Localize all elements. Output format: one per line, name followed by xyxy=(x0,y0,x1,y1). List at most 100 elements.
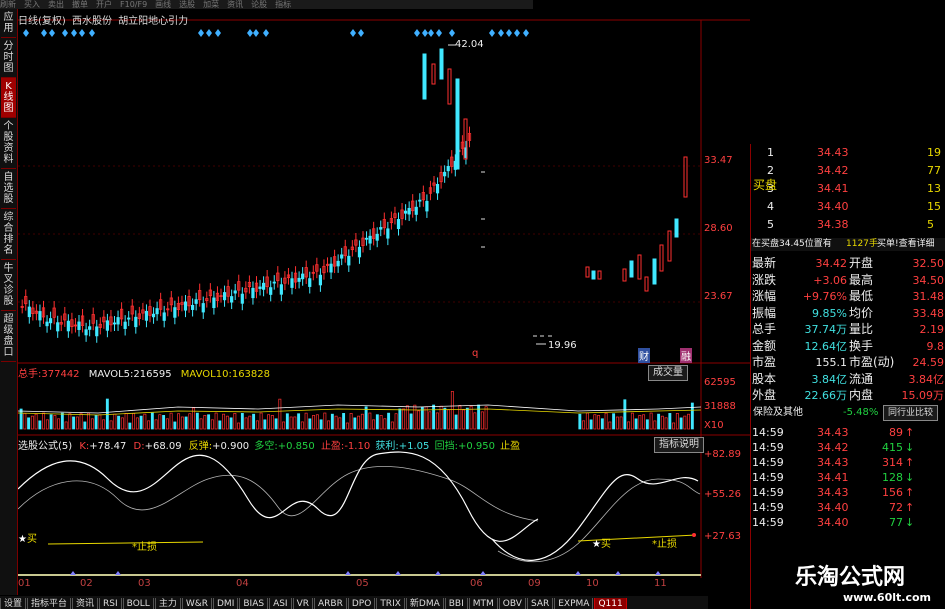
quote-label: 涨幅 xyxy=(752,289,777,303)
nav-tab[interactable]: 牛叉诊股 xyxy=(1,260,16,311)
candle-body xyxy=(194,299,198,304)
indicator-tab[interactable]: DPO xyxy=(347,598,376,609)
quote-value: 34.42 xyxy=(815,257,848,270)
volume-bar xyxy=(323,412,327,430)
kline-chart[interactable] xyxy=(17,9,750,578)
ind-zhuli-value: +1.05 xyxy=(398,441,430,452)
indicator-tab[interactable]: OBV xyxy=(498,598,526,609)
peer-compare-button[interactable]: 同行业比较 xyxy=(883,405,939,421)
indicator-tab[interactable]: DMI xyxy=(213,598,239,609)
candle-body xyxy=(622,268,627,282)
trade-volume: 314 xyxy=(882,456,903,469)
volume-bar xyxy=(173,421,177,430)
nav-tab[interactable]: 应用 xyxy=(1,9,16,38)
signal-diamond xyxy=(247,29,253,37)
menu-item[interactable]: F10/F9 xyxy=(120,0,147,9)
order-row[interactable]: 1 34.43 19 xyxy=(751,146,945,159)
volume-bar xyxy=(402,408,406,430)
sector-name[interactable]: 保险及其他 xyxy=(753,406,803,419)
volume-bar xyxy=(327,420,331,430)
menu-item[interactable]: 买入 xyxy=(24,0,40,9)
signal-diamond xyxy=(449,29,455,37)
volume-bar xyxy=(383,418,387,430)
order-volume: 15 xyxy=(927,200,941,213)
stop-label: 止损 xyxy=(137,542,157,553)
menu-item[interactable]: 卖出 xyxy=(48,0,64,9)
nav-tab[interactable]: 个股资料 xyxy=(1,118,16,169)
indicator-tab[interactable]: SAR xyxy=(526,598,554,609)
indicator-tab[interactable]: W&R xyxy=(181,598,212,609)
nav-tab[interactable]: K线图 xyxy=(1,78,16,118)
main-indicator-name[interactable]: 胡立阳地心引力 xyxy=(118,16,188,27)
candle-body xyxy=(272,281,276,284)
marker-triangle xyxy=(435,571,441,575)
signal-diamond xyxy=(422,29,428,37)
volume-bar xyxy=(222,413,226,430)
price-tick: 23.67 xyxy=(704,291,733,302)
nav-tab[interactable]: 综合排名 xyxy=(1,209,16,260)
volume-button[interactable]: 成交量 xyxy=(648,365,688,381)
menu-item[interactable]: 选股 xyxy=(179,0,195,9)
marker-triangle xyxy=(345,571,351,575)
menu-item[interactable]: 开户 xyxy=(96,0,112,9)
indicator-tab[interactable]: RSI xyxy=(99,598,122,609)
volume-bar xyxy=(390,421,394,430)
indicator-tab[interactable]: EXPMA xyxy=(554,598,594,609)
indicator-tab[interactable]: 资讯 xyxy=(72,598,99,609)
quote-panel: 1 34.43 19 2 34.42 77 3 34.41 13 4 34.40 15 5 34.38 5 … xyxy=(750,144,945,609)
indicator-tab[interactable]: BIAS xyxy=(239,598,269,609)
volume-bar xyxy=(270,415,274,430)
volume-bar xyxy=(454,414,458,430)
volume-bar xyxy=(87,412,91,430)
order-info: 在买盘34.45位置有 1127手 买单!查看详细 xyxy=(751,238,945,251)
order-row[interactable]: 5 34.38 5 xyxy=(751,218,945,231)
menu-item[interactable]: 指标 xyxy=(275,0,291,9)
ind-name[interactable]: 选股公式(5) xyxy=(18,441,72,452)
trade-row: 14:59 34.43 156 ↑ xyxy=(751,486,945,499)
order-detail-button[interactable]: 买单!查看详细 xyxy=(877,238,935,251)
indicator-tab[interactable]: 设置 xyxy=(0,598,27,609)
volume-bar xyxy=(653,420,657,430)
menu-item[interactable]: 资讯 xyxy=(227,0,243,9)
nav-tab[interactable]: 分时图 xyxy=(1,38,16,78)
indicator-tab[interactable]: ARBR xyxy=(314,598,347,609)
nav-tab[interactable]: 超级盘口 xyxy=(1,311,16,362)
menu-item[interactable]: 刷新 xyxy=(0,0,16,9)
date-tick: 03 xyxy=(138,578,151,589)
period-label[interactable]: 日线(复权) xyxy=(18,16,66,27)
badge-cai[interactable]: 财 xyxy=(638,348,650,363)
order-row[interactable]: 3 34.41 13 xyxy=(751,182,945,195)
indicator-tab[interactable]: BOLL xyxy=(122,598,154,609)
candle-body xyxy=(190,304,195,310)
indicator-tab[interactable]: ASI xyxy=(269,598,292,609)
badge-rong[interactable]: 融 xyxy=(680,348,692,363)
indicator-tab[interactable]: Q111 xyxy=(594,598,627,609)
volume-bar xyxy=(675,413,679,430)
signal-diamond xyxy=(253,29,259,37)
indicator-tab[interactable]: VR xyxy=(292,598,314,609)
menu-item[interactable]: 画线 xyxy=(155,0,171,9)
candle-body xyxy=(230,296,234,303)
trade-volume: 415 xyxy=(882,441,903,454)
trade-row: 14:59 34.42 415 ↓ xyxy=(751,441,945,454)
indicator-tab[interactable]: 主力 xyxy=(154,598,181,609)
indicator-tab[interactable]: TRIX xyxy=(376,598,405,609)
nav-tab[interactable]: 自选股 xyxy=(1,169,16,209)
indicator-tab[interactable]: 新DMA xyxy=(405,598,444,609)
indicator-tab[interactable]: MTM xyxy=(468,598,498,609)
order-row[interactable]: 4 34.40 15 xyxy=(751,200,945,213)
volume-bar xyxy=(342,413,346,430)
menu-item[interactable]: 撤单 xyxy=(72,0,88,9)
menu-item[interactable]: 论股 xyxy=(251,0,267,9)
order-row[interactable]: 2 34.42 77 xyxy=(751,164,945,177)
indicator-help-button[interactable]: 指标说明 xyxy=(654,437,704,453)
indicator-tab[interactable]: 指标平台 xyxy=(27,598,72,609)
volume-bar xyxy=(349,413,353,430)
menu-item[interactable]: 加菜 xyxy=(203,0,219,9)
candle-body xyxy=(112,322,117,325)
indicator-tab[interactable]: BBI xyxy=(444,598,468,609)
signal-diamond xyxy=(89,29,95,37)
volume-bar xyxy=(233,413,237,430)
star-icon: ★ xyxy=(592,539,601,550)
candle-body xyxy=(340,254,344,259)
